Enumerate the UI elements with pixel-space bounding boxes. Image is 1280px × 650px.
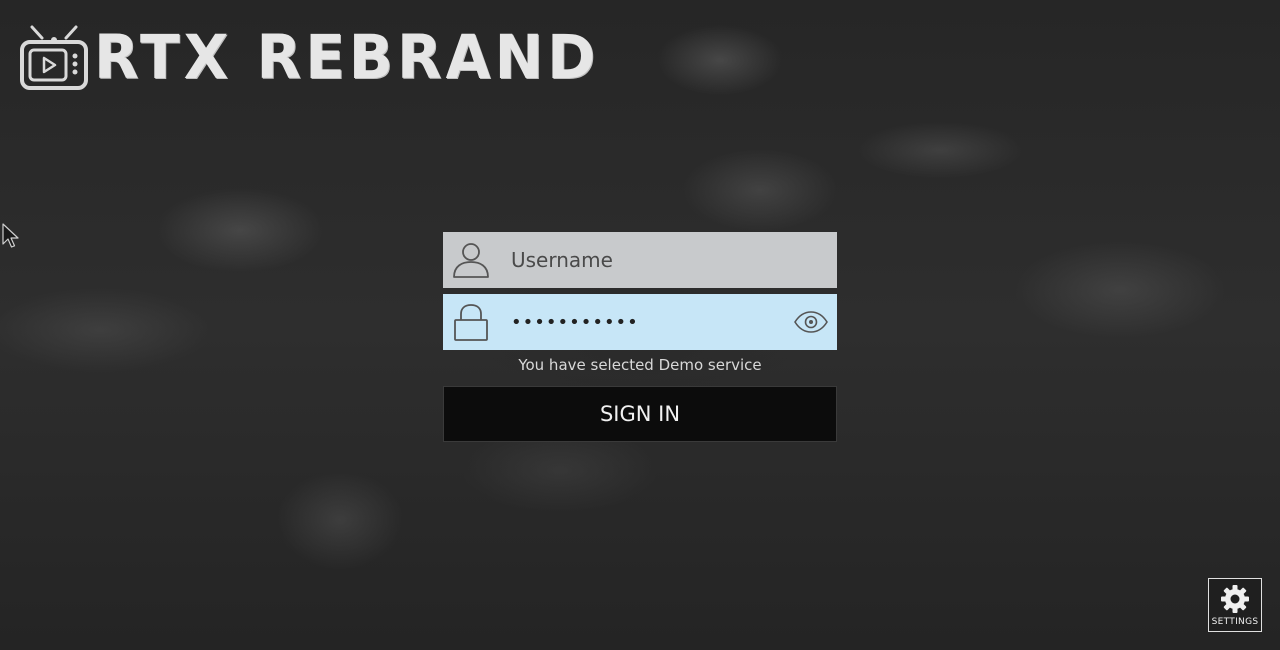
user-icon [443,232,499,288]
settings-button[interactable]: SETTINGS [1208,578,1262,632]
password-input[interactable] [499,294,789,350]
username-input[interactable] [499,232,837,288]
password-field[interactable] [443,294,837,350]
settings-label: SETTINGS [1211,617,1259,627]
show-password-toggle[interactable] [789,294,833,350]
gear-icon [1221,585,1249,613]
sign-in-button[interactable]: SIGN IN [443,386,837,442]
mouse-cursor-icon [2,223,19,248]
tv-play-icon [20,25,88,90]
eye-icon [794,311,828,333]
lock-icon [443,294,499,350]
app-logo: RTX REBRAND [20,24,599,90]
username-field[interactable] [443,232,837,288]
logo-text: RTX REBRAND [94,21,600,93]
service-note: You have selected Demo service [518,356,762,374]
login-form: You have selected Demo service SIGN IN [443,232,837,442]
